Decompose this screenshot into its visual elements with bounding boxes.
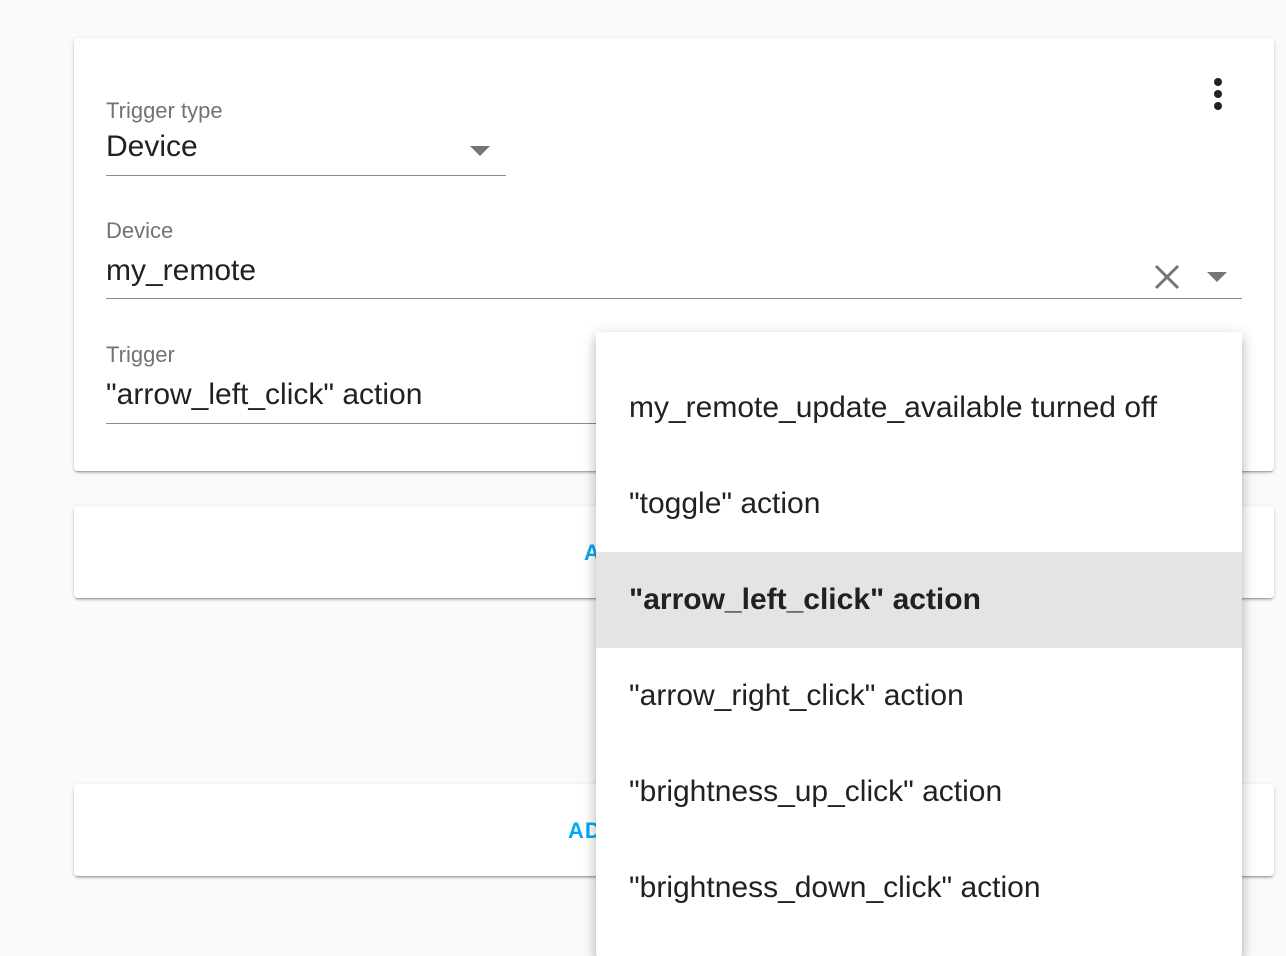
- dropdown-item[interactable]: my_remote_update_available turned off: [596, 360, 1242, 456]
- dropdown-item-selected[interactable]: "arrow_left_click" action: [596, 552, 1242, 648]
- close-icon[interactable]: [1153, 263, 1181, 291]
- device-underline: [106, 297, 1242, 299]
- device-label: Device: [106, 218, 174, 243]
- more-vert-icon[interactable]: [1198, 74, 1238, 114]
- trigger-type-underline: [106, 174, 506, 176]
- trigger-select[interactable]: Trigger "arrow_left_click" action: [106, 342, 626, 424]
- trigger-type-value: Device: [106, 130, 198, 163]
- device-combobox[interactable]: Device my_remote: [106, 218, 1242, 299]
- dropdown-item[interactable]: "brightness_up_click" action: [596, 744, 1242, 840]
- trigger-underline: [106, 422, 626, 424]
- dropdown-list: my_remote_update_state my_remote_update_…: [596, 332, 1242, 936]
- dropdown-item[interactable]: "brightness_down_click" action: [596, 840, 1242, 936]
- trigger-dropdown-menu[interactable]: my_remote_update_state my_remote_update_…: [596, 332, 1242, 956]
- dropdown-item[interactable]: my_remote_update_state: [596, 332, 1242, 360]
- trigger-type-label: Trigger type: [106, 98, 223, 123]
- trigger-type-select[interactable]: Trigger type Device: [106, 98, 506, 176]
- trigger-label: Trigger: [106, 342, 175, 367]
- caret-down-icon[interactable]: [470, 146, 490, 156]
- trigger-value: "arrow_left_click" action: [106, 378, 423, 411]
- caret-down-icon[interactable]: [1207, 272, 1227, 282]
- device-value: my_remote: [106, 254, 257, 287]
- dropdown-item[interactable]: "toggle" action: [596, 456, 1242, 552]
- dropdown-item[interactable]: "arrow_right_click" action: [596, 648, 1242, 744]
